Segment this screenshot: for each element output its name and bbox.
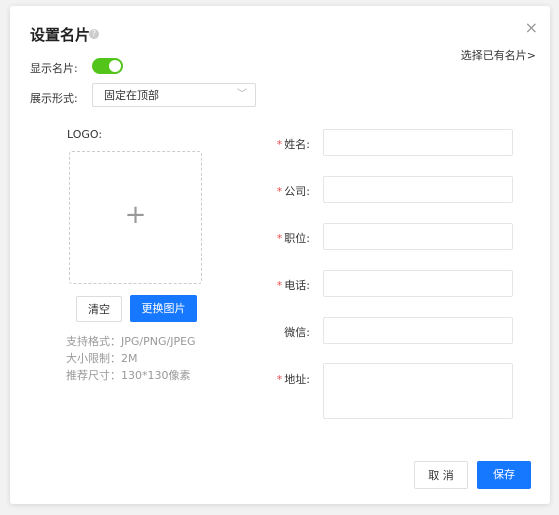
chevron-down-icon: ﹀ — [237, 89, 247, 100]
dialog-title: 设置名片 — [30, 26, 91, 44]
display-mode-value: 固定在顶部 — [104, 89, 159, 102]
address-textarea[interactable] — [323, 363, 513, 419]
company-label: * 公司: — [250, 183, 310, 199]
required-mark: * — [276, 279, 283, 292]
hint-dimension: 推荐尺寸：130*130像素 — [66, 369, 191, 382]
toggle-knob — [109, 60, 121, 72]
name-input[interactable] — [323, 129, 513, 156]
phone-label-text: 电话: — [284, 279, 310, 292]
position-input[interactable] — [323, 223, 513, 250]
required-mark: * — [276, 185, 283, 198]
company-label-text: 公司: — [284, 185, 310, 198]
name-label-text: 姓名: — [284, 138, 310, 151]
display-mode-select[interactable]: 固定在顶部 ﹀ — [92, 83, 256, 107]
hint-format: 支持格式：JPG/PNG/JPEG — [66, 335, 196, 348]
help-icon[interactable]: ? — [89, 29, 99, 39]
cancel-button[interactable]: 取 消 — [414, 461, 468, 489]
company-input[interactable] — [323, 176, 513, 203]
wechat-label: 微信: — [284, 326, 310, 339]
phone-input[interactable] — [323, 270, 513, 297]
change-image-button[interactable]: 更换图片 — [130, 295, 197, 322]
name-label: * 姓名: — [250, 136, 310, 152]
required-mark: * — [276, 373, 283, 386]
save-button[interactable]: 保存 — [477, 461, 531, 489]
address-label-text: 地址: — [284, 373, 310, 386]
address-label: * 地址: — [250, 371, 310, 387]
clear-button[interactable]: 清空 — [76, 296, 122, 322]
logo-label: LOGO: — [67, 128, 103, 141]
show-card-label: 显示名片: — [30, 62, 78, 75]
position-label: * 职位: — [250, 230, 310, 246]
choose-existing-card-link[interactable]: 选择已有名片> — [461, 47, 536, 63]
required-mark: * — [276, 138, 283, 151]
display-mode-label: 展示形式: — [30, 92, 78, 105]
close-icon[interactable]: × — [525, 18, 538, 37]
logo-upload-area[interactable]: + — [69, 151, 202, 284]
position-label-text: 职位: — [284, 232, 310, 245]
phone-label: * 电话: — [250, 277, 310, 293]
plus-icon: + — [124, 200, 147, 230]
wechat-input[interactable] — [323, 317, 513, 344]
required-mark: * — [276, 232, 283, 245]
card-settings-dialog: 设置名片 ? × 选择已有名片> 显示名片: 展示形式: 固定在顶部 ﹀ LOG… — [10, 6, 550, 504]
show-card-toggle[interactable] — [92, 58, 123, 74]
hint-size: 大小限制：2M — [66, 352, 138, 365]
